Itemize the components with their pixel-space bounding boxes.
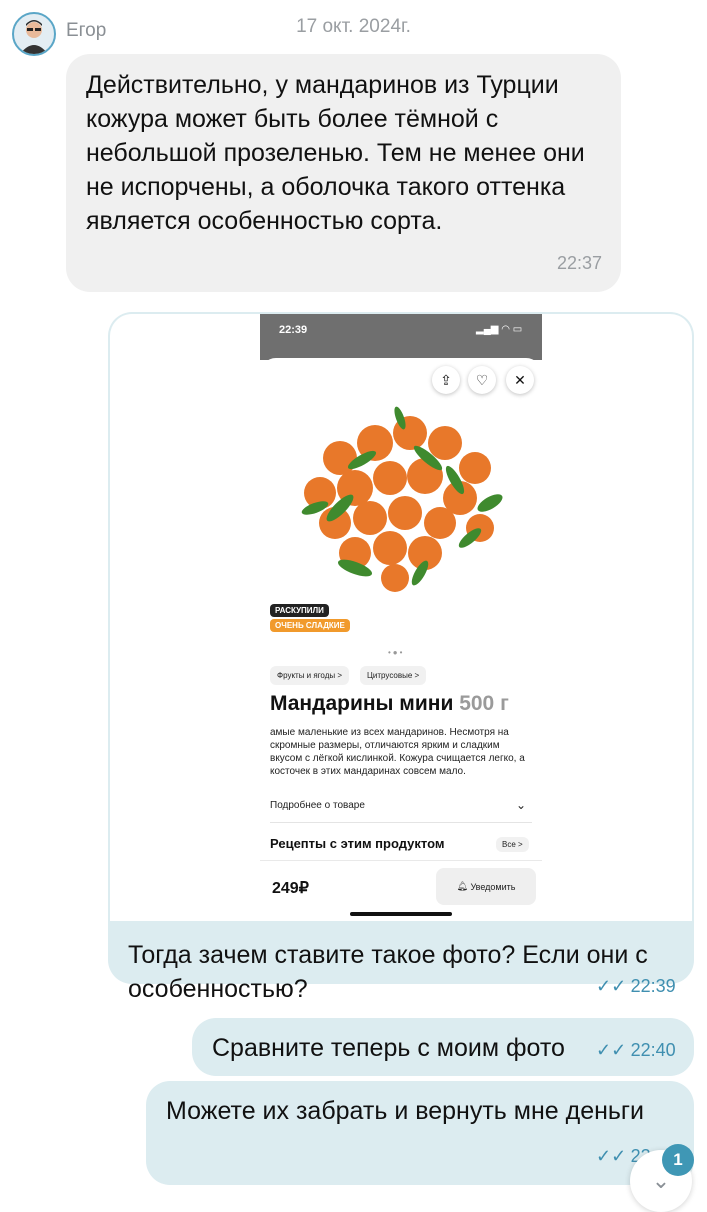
outgoing-message-text: Сравните теперь с моим фото: [212, 1034, 565, 1062]
double-check-icon: ✓✓: [596, 1146, 627, 1166]
bottom-bar-divider: [260, 860, 542, 861]
product-weight: 500 г: [459, 692, 509, 715]
tangerines-image: [301, 406, 503, 592]
outgoing-message-time: 22:39: [630, 976, 676, 996]
notify-label: Уведомить: [470, 881, 516, 892]
carousel-dots: •●•: [388, 648, 405, 657]
chevron-down-icon: ⌄: [516, 798, 527, 812]
incoming-message-text: Действительно, у мандаринов из Турции ко…: [86, 71, 585, 235]
incoming-message-time: 22:37: [556, 253, 602, 273]
notify-button: 🔔︎ Уведомить: [436, 868, 536, 905]
status-icons: ▂▄▆ ◠ ▭: [476, 324, 523, 335]
double-check-icon: ✓✓: [596, 1040, 627, 1060]
all-recipes-chip: Все >: [496, 837, 529, 852]
outgoing-message-meta: ✓✓ 22:39: [596, 976, 676, 997]
badge-sold-out: РАСКУПИЛИ: [270, 604, 329, 617]
badge-very-sweet: ОЧЕНЬ СЛАДКИЕ: [270, 619, 350, 632]
status-time: 22:39: [279, 324, 308, 336]
product-name: Мандарины мини: [270, 692, 454, 715]
chip-citrus: Цитрусовые >: [360, 666, 427, 685]
product-description: амые маленькие из всех мандаринов. Несмо…: [270, 727, 525, 777]
phone-status-bar: [260, 314, 542, 360]
unread-count-badge: 1: [662, 1144, 694, 1176]
more-about-product: Подробнее о товаре: [270, 800, 365, 811]
bell-icon: 🔔︎: [456, 881, 471, 891]
product-screenshot: 22:39 ▂▄▆ ◠ ▭ ⇪ ♡ ✕ РАСКУПИЛИ ОЧЕНЬ СЛАД…: [260, 314, 542, 921]
home-indicator: [350, 912, 452, 916]
date-separator: 17 окт. 2024г.: [296, 16, 411, 37]
outgoing-message-meta: ✓✓ 22:40: [596, 1040, 676, 1061]
product-price: 249₽: [272, 880, 309, 897]
outgoing-message-time: 22:40: [630, 1040, 676, 1060]
product-title: Мандарины мини 500 г: [270, 692, 509, 716]
recipes-heading: Рецепты с этим продуктом: [270, 836, 445, 851]
outgoing-message-text: Можете их забрать и вернуть мне деньги: [166, 1097, 645, 1125]
double-check-icon: ✓✓: [596, 976, 627, 996]
divider: [270, 822, 532, 823]
chip-fruits: Фрукты и ягоды >: [270, 666, 350, 685]
